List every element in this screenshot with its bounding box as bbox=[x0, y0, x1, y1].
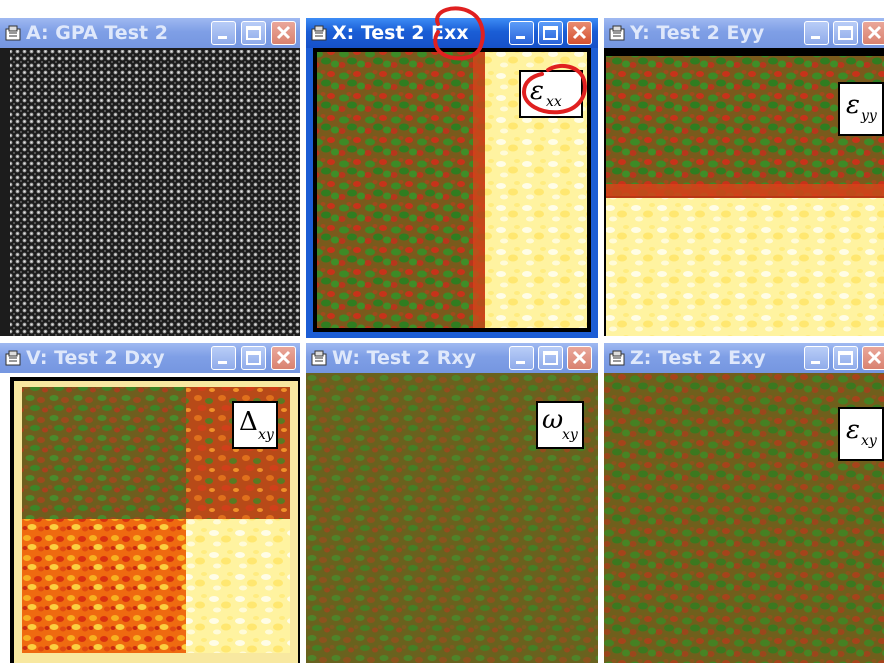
title-circle-annotation bbox=[433, 6, 485, 61]
label-circle-annotation bbox=[521, 63, 587, 115]
red-annotation-marks bbox=[433, 6, 587, 115]
